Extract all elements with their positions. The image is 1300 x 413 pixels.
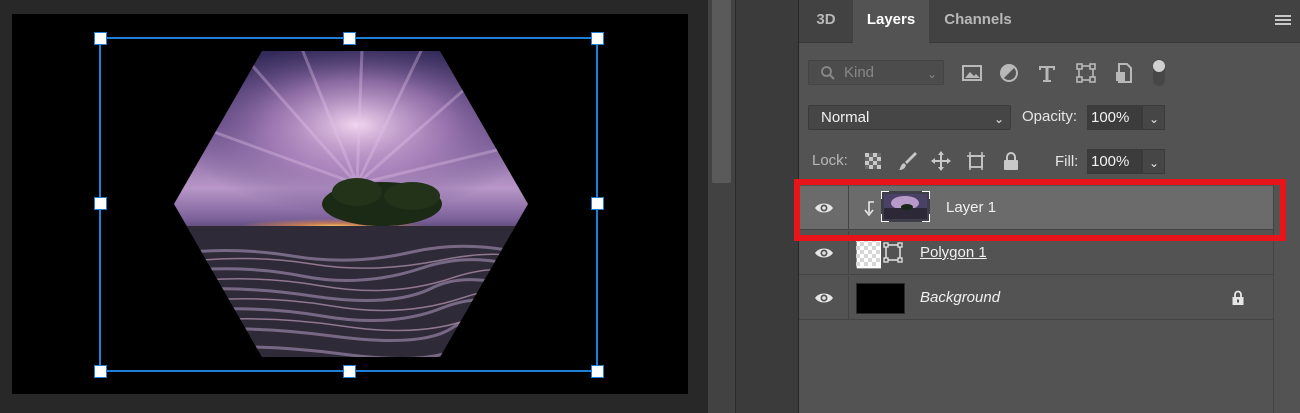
transform-handle-bottom-center[interactable] — [343, 365, 356, 378]
kind-filter-label: Kind — [844, 64, 875, 81]
chevron-down-icon: ⌄ — [993, 112, 1004, 126]
adjustment-filter-icon[interactable] — [998, 62, 1020, 84]
tab-layers[interactable]: Layers — [853, 0, 929, 44]
transform-handle-bottom-left[interactable] — [94, 365, 107, 378]
opacity-dropdown[interactable]: ⌄ — [1142, 105, 1165, 130]
lock-label: Lock: — [812, 152, 848, 169]
tab-channels[interactable]: Channels — [930, 0, 1026, 43]
type-filter-icon[interactable] — [1036, 62, 1058, 84]
panel-tab-bar: 3D Layers Channels — [799, 0, 1300, 44]
fill-input[interactable]: 100% — [1087, 149, 1142, 174]
opacity-input[interactable]: 100% — [1087, 105, 1142, 130]
transform-handle-top-right[interactable] — [591, 32, 604, 45]
shape-filter-icon[interactable] — [1075, 62, 1097, 84]
transform-handle-middle-left[interactable] — [94, 197, 107, 210]
document-canvas-area[interactable] — [0, 0, 708, 413]
lock-all-icon[interactable] — [1000, 150, 1022, 172]
chevron-down-icon: ⌄ — [1149, 156, 1160, 170]
transform-handle-middle-right[interactable] — [591, 197, 604, 210]
chevron-down-icon: ⌄ — [1149, 112, 1160, 126]
search-icon — [821, 66, 835, 80]
panel-gutter — [735, 0, 798, 413]
layer-name[interactable]: Background — [920, 289, 1000, 306]
panel-menu-icon[interactable] — [1275, 15, 1291, 27]
filter-toggle-icon[interactable] — [1151, 58, 1167, 88]
fill-dropdown[interactable]: ⌄ — [1142, 149, 1165, 174]
transform-handle-bottom-right[interactable] — [591, 365, 604, 378]
fill-label: Fill: — [1055, 153, 1079, 170]
tab-3d[interactable]: 3D — [803, 0, 849, 43]
highlight-annotation — [794, 179, 1286, 241]
blend-mode-select[interactable]: Normal ⌄ — [808, 105, 1011, 130]
smart-object-filter-icon[interactable] — [1113, 62, 1135, 84]
layer-row[interactable]: Background — [799, 276, 1273, 320]
chevron-down-icon: ⌄ — [926, 67, 937, 81]
layer-thumbnail[interactable] — [856, 283, 905, 314]
document-canvas[interactable] — [12, 14, 688, 394]
hexagon-photo — [99, 37, 598, 372]
transform-handle-top-left[interactable] — [94, 32, 107, 45]
layer-name[interactable]: Polygon 1 — [920, 244, 987, 261]
canvas-scrollbar-thumb[interactable] — [712, 0, 731, 183]
eye-icon — [815, 248, 833, 258]
blend-mode-value: Normal — [821, 109, 870, 126]
lock-image-pixels-icon[interactable] — [897, 150, 919, 172]
kind-filter-select[interactable]: Kind ⌄ — [808, 60, 944, 85]
lock-transparent-pixels-icon[interactable] — [862, 150, 884, 172]
layer-thumbnail[interactable] — [856, 238, 905, 269]
eye-icon — [815, 293, 833, 303]
visibility-toggle[interactable] — [799, 276, 849, 320]
image-filter-icon[interactable] — [961, 62, 983, 84]
opacity-label: Opacity: — [1022, 108, 1078, 125]
transform-handle-top-center[interactable] — [343, 32, 356, 45]
lock-position-icon[interactable] — [930, 150, 952, 172]
lock-icon[interactable] — [1231, 290, 1245, 306]
lock-artboard-icon[interactable] — [965, 150, 987, 172]
